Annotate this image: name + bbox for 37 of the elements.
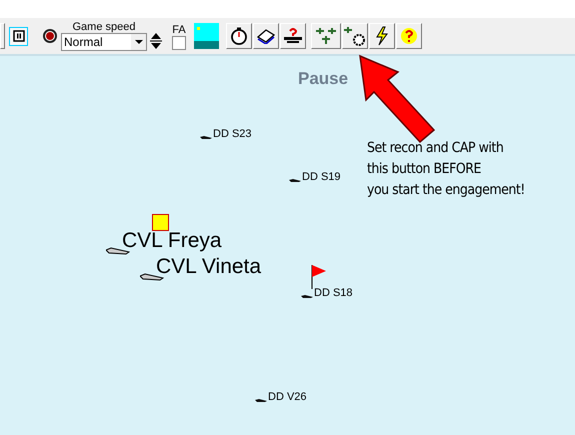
plane-gear-icon [343, 25, 367, 47]
stopwatch-button[interactable] [226, 23, 252, 49]
game-speed-label: Game speed [72, 21, 136, 33]
ship-icon[interactable] [200, 134, 213, 140]
lightning-icon [374, 26, 390, 46]
question-ship-icon [284, 27, 302, 45]
help-icon [400, 27, 418, 45]
ship-label: DD S23 [213, 128, 252, 140]
game-speed-dropdown[interactable]: Normal [61, 33, 147, 51]
pause-button[interactable] [9, 26, 28, 46]
fa-checkbox[interactable] [172, 36, 186, 50]
lightning-button[interactable] [369, 23, 395, 49]
ship-label: DD S19 [302, 171, 341, 183]
pause-status: Pause [298, 69, 348, 89]
planes-button[interactable] [311, 23, 341, 49]
toolbar-button[interactable] [0, 23, 5, 49]
help-button[interactable] [396, 23, 422, 49]
ship-label: DD S18 [314, 287, 353, 299]
planes-icon [314, 26, 338, 46]
record-icon[interactable] [42, 28, 58, 44]
help-ship-button[interactable] [280, 23, 306, 49]
book-icon [256, 28, 276, 44]
stopwatch-icon [230, 27, 248, 45]
caret-icon [134, 40, 142, 44]
recon-button[interactable] [342, 23, 368, 49]
ship-icon[interactable] [106, 246, 130, 256]
ship-label: CVL Freya [122, 230, 222, 252]
ship-icon[interactable] [140, 272, 164, 282]
ship-label: DD V26 [268, 391, 307, 403]
fa-label: FA [172, 24, 186, 36]
book-button[interactable] [253, 23, 279, 49]
ship-icon[interactable] [255, 397, 268, 403]
ship-icon[interactable] [301, 293, 314, 299]
instruction-note: Set recon and CAP with this button BEFORE you start the engagement! [367, 139, 525, 200]
ship-icon[interactable] [289, 177, 302, 183]
weather-icon[interactable] [194, 23, 219, 49]
ship-label: CVL Vineta [156, 256, 262, 278]
